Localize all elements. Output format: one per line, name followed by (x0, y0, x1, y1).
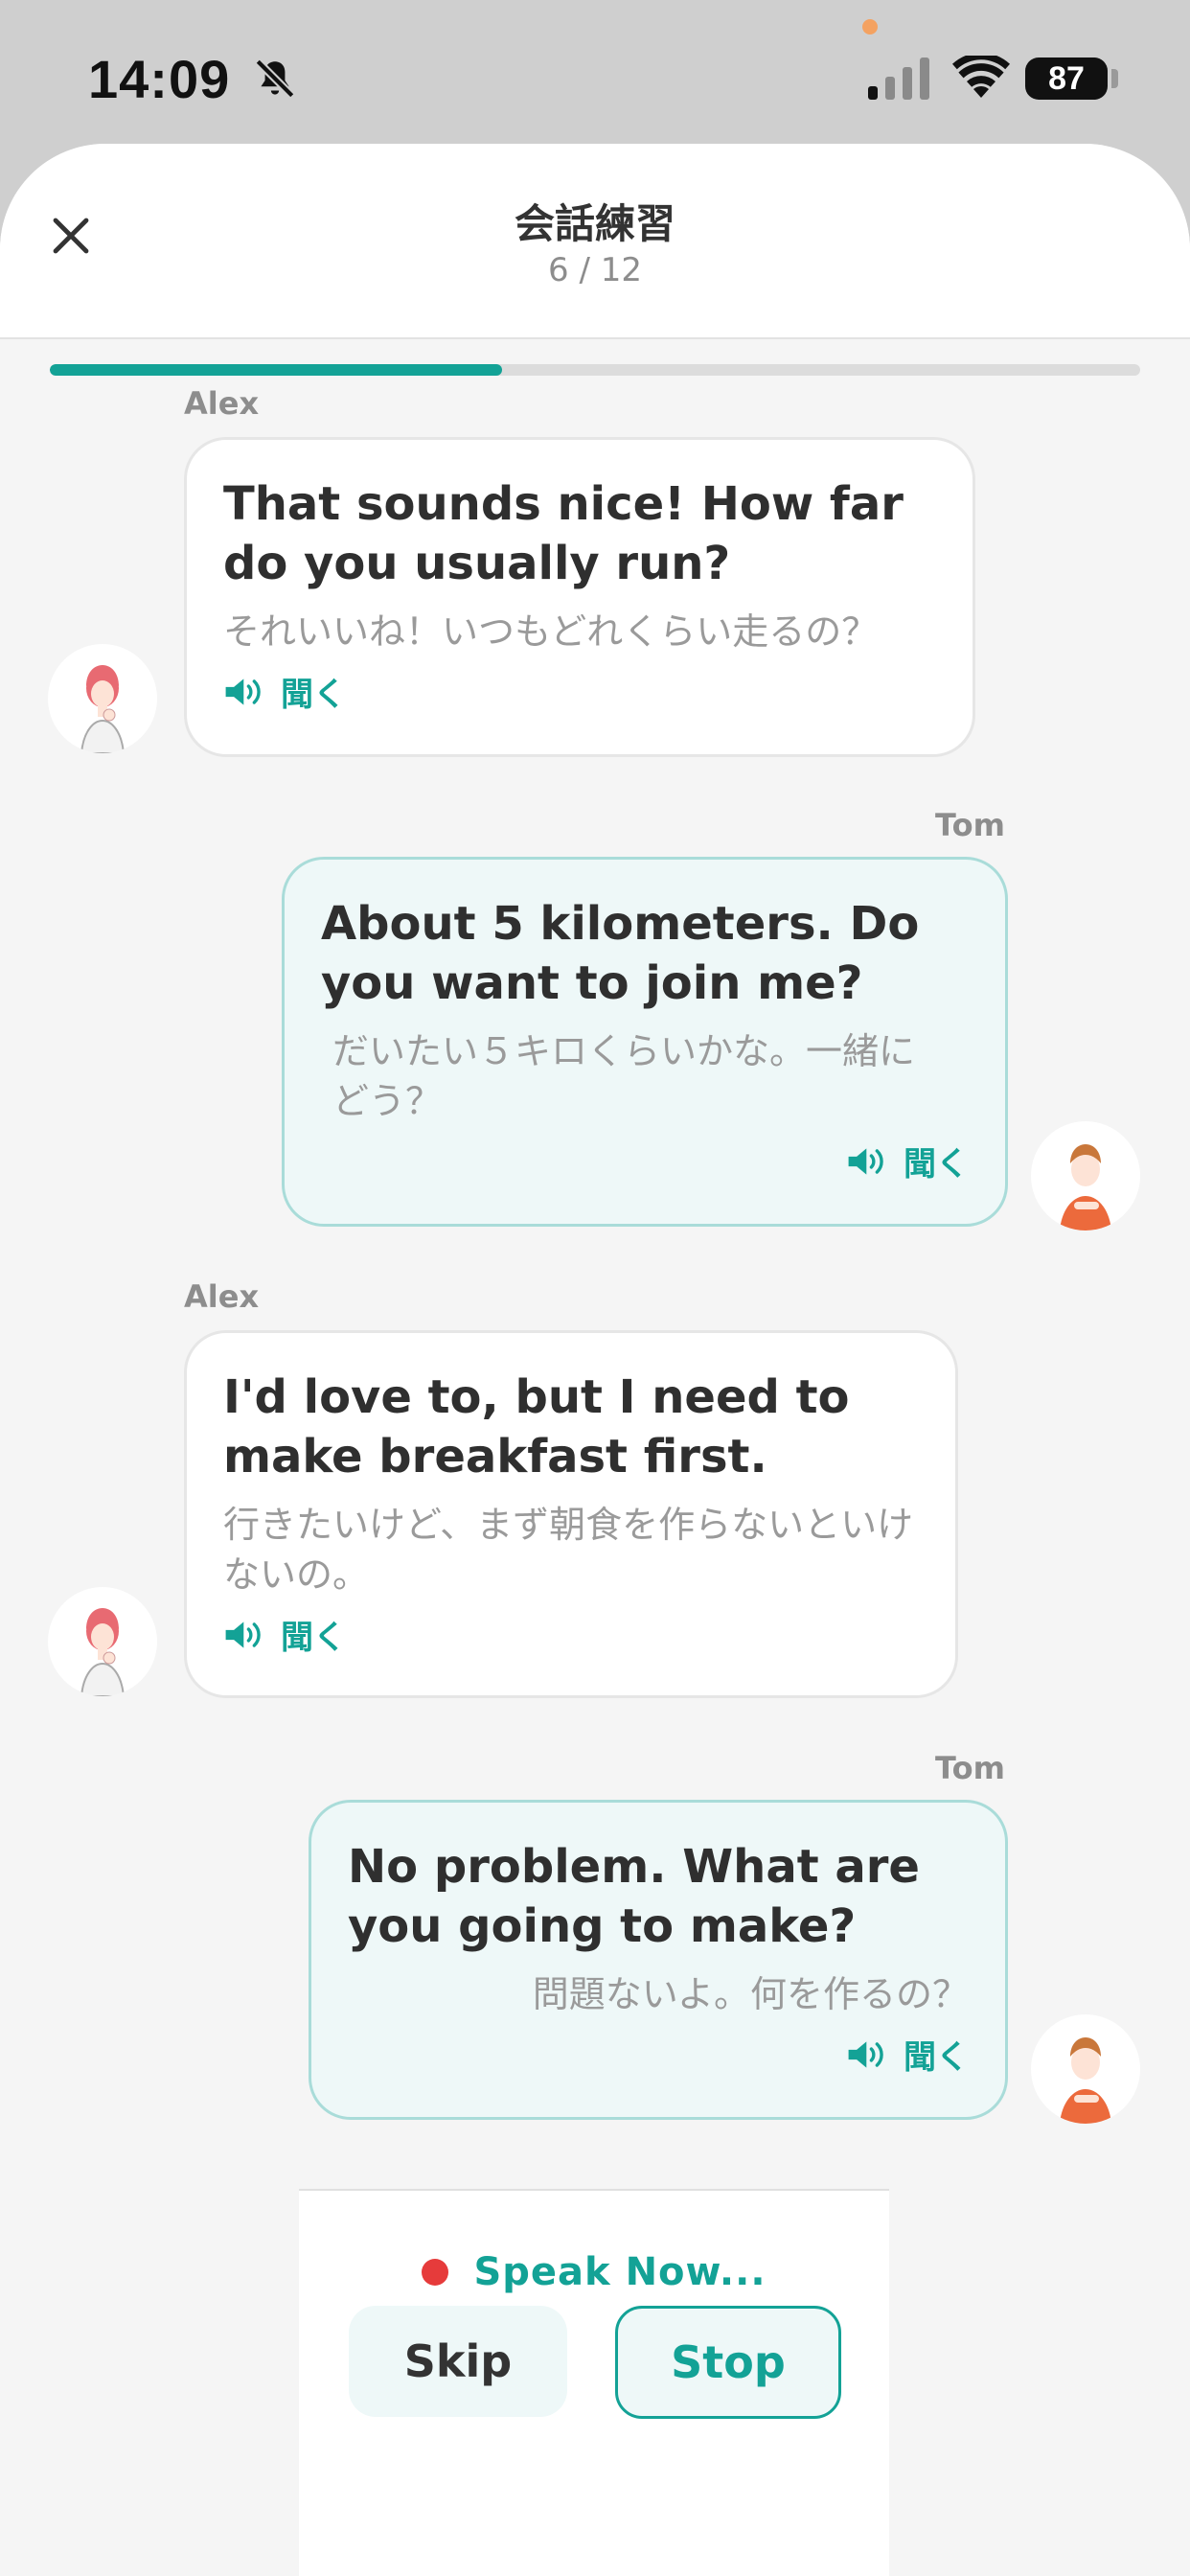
speaker-icon (225, 1621, 261, 1648)
speak-now-label: Speak Now... (473, 2250, 767, 2294)
battery-indicator: 87 (1025, 58, 1108, 100)
listen-button[interactable]: 聞く (348, 2031, 969, 2078)
message-japanese: だいたい５キロくらいかな。一緒にどう？ (332, 1030, 916, 1122)
speaker-icon (848, 1147, 883, 1175)
skip-button[interactable]: Skip (349, 2306, 567, 2417)
message-english: I'd love to, but I need to make breakfas… (223, 1370, 850, 1484)
signal-icon (868, 58, 929, 100)
avatar-tom (1031, 2014, 1140, 2124)
bell-slash-icon (255, 58, 295, 99)
man-avatar-icon (1060, 1144, 1111, 1230)
woman-avatar-icon (80, 665, 126, 753)
listen-button[interactable]: 聞く (223, 668, 936, 715)
listen-label: 聞く (904, 1145, 969, 1184)
avatar-tom (1031, 1121, 1140, 1230)
speaker-icon (848, 2040, 883, 2068)
message-japanese: 行きたいけど、まず朝食を作らないといけないの。 (223, 1504, 914, 1596)
speaker-name: Tom (935, 1750, 1005, 1786)
wifi-icon (952, 56, 1010, 98)
message-bubble-alex: I'd love to, but I need to make breakfas… (184, 1330, 958, 1698)
message-bubble-tom: No problem. What are you going to make? … (309, 1800, 1008, 2120)
conversation-sheet: 会話練習 6 / 12 Alex That sounds nice! How f… (0, 144, 1190, 2576)
listen-button[interactable]: 聞く (223, 1611, 919, 1658)
avatar-alex (48, 644, 157, 753)
message-english: No problem. What are you going to make? (348, 1840, 920, 1953)
listen-label: 聞く (281, 1619, 346, 1657)
message-english: About 5 kilometers. Do you want to join … (321, 897, 920, 1010)
sheet-header: 会話練習 6 / 12 (0, 144, 1190, 339)
page-title: 会話練習 (514, 200, 675, 247)
battery-tip (1111, 69, 1118, 88)
message-bubble-alex: That sounds nice! How far do you usually… (184, 437, 975, 757)
privacy-indicator-dot (862, 19, 878, 34)
stop-button[interactable]: Stop (615, 2306, 841, 2419)
listen-label: 聞く (904, 2038, 969, 2077)
progress-bar-fill (50, 364, 503, 376)
speaker-name: Alex (184, 1278, 260, 1315)
status-bar: 14:09 87 (0, 0, 1190, 144)
message-english: That sounds nice! How far do you usually… (223, 477, 904, 590)
man-avatar-icon (1060, 2037, 1111, 2124)
message-japanese: それいいね！いつもどれくらい走るの？ (223, 610, 879, 653)
speaker-name: Tom (935, 807, 1005, 843)
speaker-name: Alex (184, 385, 260, 422)
recording-status: Speak Now... (299, 2250, 889, 2294)
avatar-alex (48, 1587, 157, 1696)
woman-avatar-icon (80, 1608, 126, 1696)
message-japanese: 問題ないよ。何を作るの？ (532, 1973, 969, 2015)
recording-panel: Speak Now... Skip Stop (299, 2189, 889, 2576)
listen-label: 聞く (281, 676, 346, 714)
status-time: 14:09 (88, 49, 231, 109)
recording-dot-icon (422, 2259, 449, 2286)
listen-button[interactable]: 聞く (321, 1138, 969, 1184)
message-bubble-tom: About 5 kilometers. Do you want to join … (282, 857, 1008, 1227)
speaker-icon (225, 678, 261, 705)
progress-counter: 6 / 12 (548, 251, 642, 289)
progress-bar (50, 364, 1140, 376)
